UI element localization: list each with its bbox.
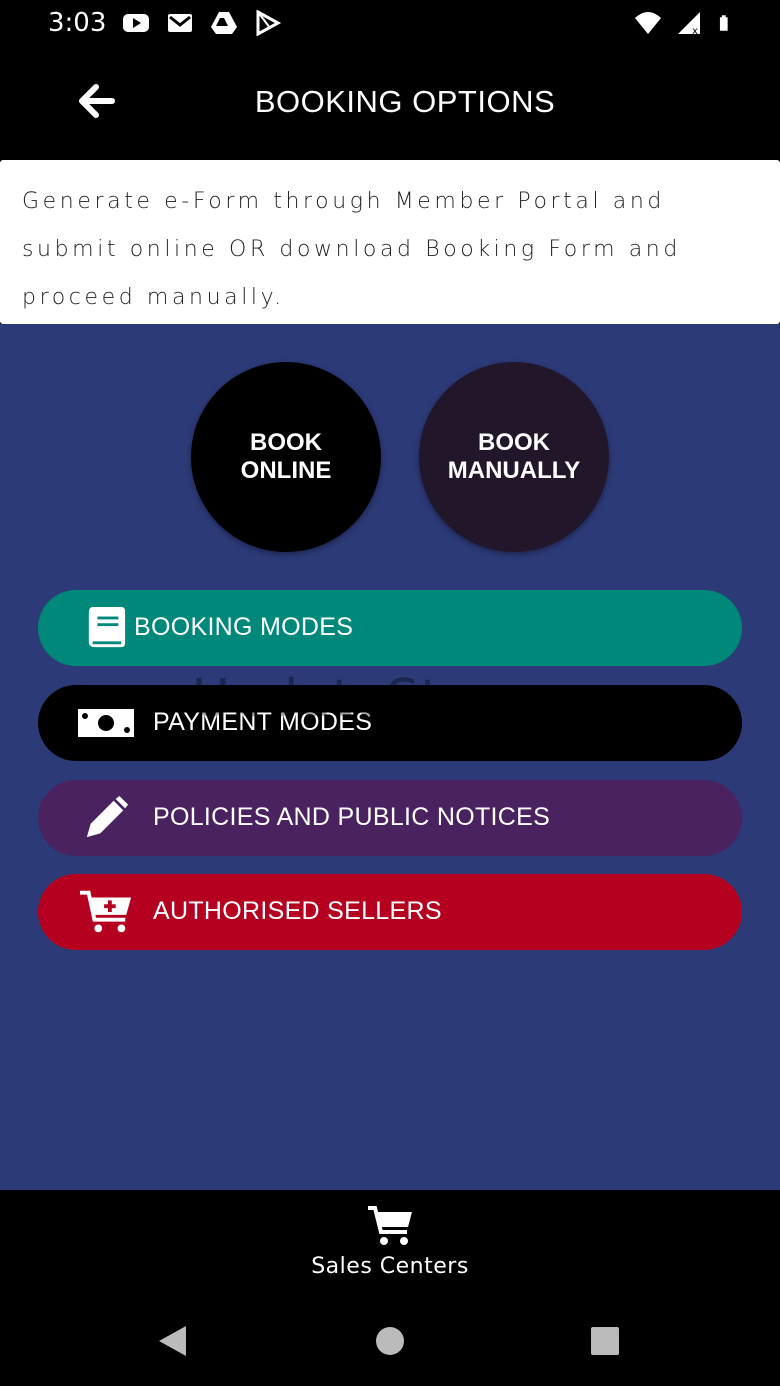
shopping-cart-icon (368, 1206, 412, 1245)
bottom-nav: Sales Centers (0, 1190, 780, 1294)
notification-icons (122, 10, 282, 36)
policies-button[interactable]: POLICIES AND PUBLIC NOTICES (38, 780, 742, 856)
app-bar: BOOKING OPTIONS (0, 48, 780, 160)
drive-icon (211, 12, 237, 34)
gmail-icon (168, 14, 192, 32)
status-time: 3:03 (48, 8, 107, 38)
booking-modes-button[interactable]: BOOKING MODES (38, 590, 742, 666)
sales-centers-label: Sales Centers (311, 1254, 469, 1279)
wifi-icon (635, 12, 661, 34)
authorised-sellers-button[interactable]: AUTHORISED SELLERS (38, 874, 742, 950)
back-triangle-icon[interactable] (156, 1324, 190, 1358)
payment-modes-label: PAYMENT MODES (153, 708, 373, 736)
pencil-icon (76, 794, 136, 842)
main-content: BOOK ONLINE BOOK MANUALLY BOOKING MODES … (0, 324, 780, 1190)
system-navigation-bar (0, 1294, 780, 1386)
battery-icon (719, 15, 728, 31)
youtube-icon (123, 14, 149, 32)
page-title: BOOKING OPTIONS (254, 84, 556, 119)
svg-text:x: x (692, 26, 698, 36)
book-icon (76, 604, 136, 652)
policies-label: POLICIES AND PUBLIC NOTICES (153, 803, 551, 831)
book-online-button[interactable]: BOOK ONLINE (191, 362, 381, 552)
money-icon (76, 699, 136, 747)
book-manually-label: BOOK MANUALLY (447, 429, 581, 484)
authorised-sellers-label: AUTHORISED SELLERS (153, 897, 442, 925)
payment-modes-button[interactable]: PAYMENT MODES (38, 685, 742, 761)
booking-modes-label: BOOKING MODES (134, 613, 354, 641)
status-bar: 3:03 x (0, 0, 780, 48)
signal-icon: x (678, 12, 700, 36)
sales-centers-tab[interactable]: Sales Centers (290, 1204, 490, 1284)
home-circle-icon[interactable] (373, 1324, 407, 1358)
recents-square-icon[interactable] (588, 1324, 622, 1358)
description-text: Generate e-Form through Member Portal an… (22, 189, 681, 310)
system-status-icons: x (634, 10, 736, 36)
book-online-label: BOOK ONLINE (240, 429, 332, 484)
book-manually-button[interactable]: BOOK MANUALLY (419, 362, 609, 552)
cart-plus-icon (76, 888, 136, 936)
description-card: Generate e-Form through Member Portal an… (0, 160, 780, 324)
play-store-icon (256, 10, 282, 36)
